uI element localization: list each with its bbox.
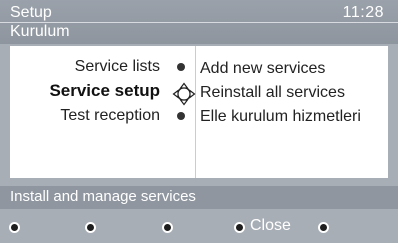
submenu-item-manual-install-services[interactable]: Elle kurulum hizmetleri: [200, 107, 361, 127]
navigation-pad-icon: [172, 82, 196, 106]
radio-dot-icon: [177, 112, 185, 120]
page-title: Setup: [10, 4, 52, 21]
footer-button-blue[interactable]: [234, 222, 245, 233]
main-menu: Service lists Service setup Test recepti…: [10, 46, 196, 178]
footer-button-yellow[interactable]: [162, 222, 173, 233]
menu-item-test-reception[interactable]: Test reception: [60, 106, 160, 126]
footer-button-red[interactable]: [9, 222, 20, 233]
submenu-item-add-new-services[interactable]: Add new services: [200, 59, 325, 79]
footer-buttons: Close: [0, 213, 398, 243]
footer-button-menu[interactable]: [318, 222, 329, 233]
submenu-item-reinstall-all-services[interactable]: Reinstall all services: [200, 83, 345, 103]
menu-item-service-lists[interactable]: Service lists: [75, 57, 160, 77]
menu-panel: Service lists Service setup Test recepti…: [10, 46, 388, 178]
close-label: Close: [250, 217, 291, 234]
tv-setup-screen: Setup Kurulum 11:28 Service lists Servic…: [0, 0, 398, 243]
clock: 11:28: [342, 4, 384, 21]
footer-button-green[interactable]: [85, 222, 96, 233]
page-subtitle: Kurulum: [10, 23, 70, 40]
help-text: Install and manage services: [10, 188, 196, 205]
menu-item-service-setup[interactable]: Service setup: [49, 81, 160, 101]
radio-dot-icon: [177, 63, 185, 71]
